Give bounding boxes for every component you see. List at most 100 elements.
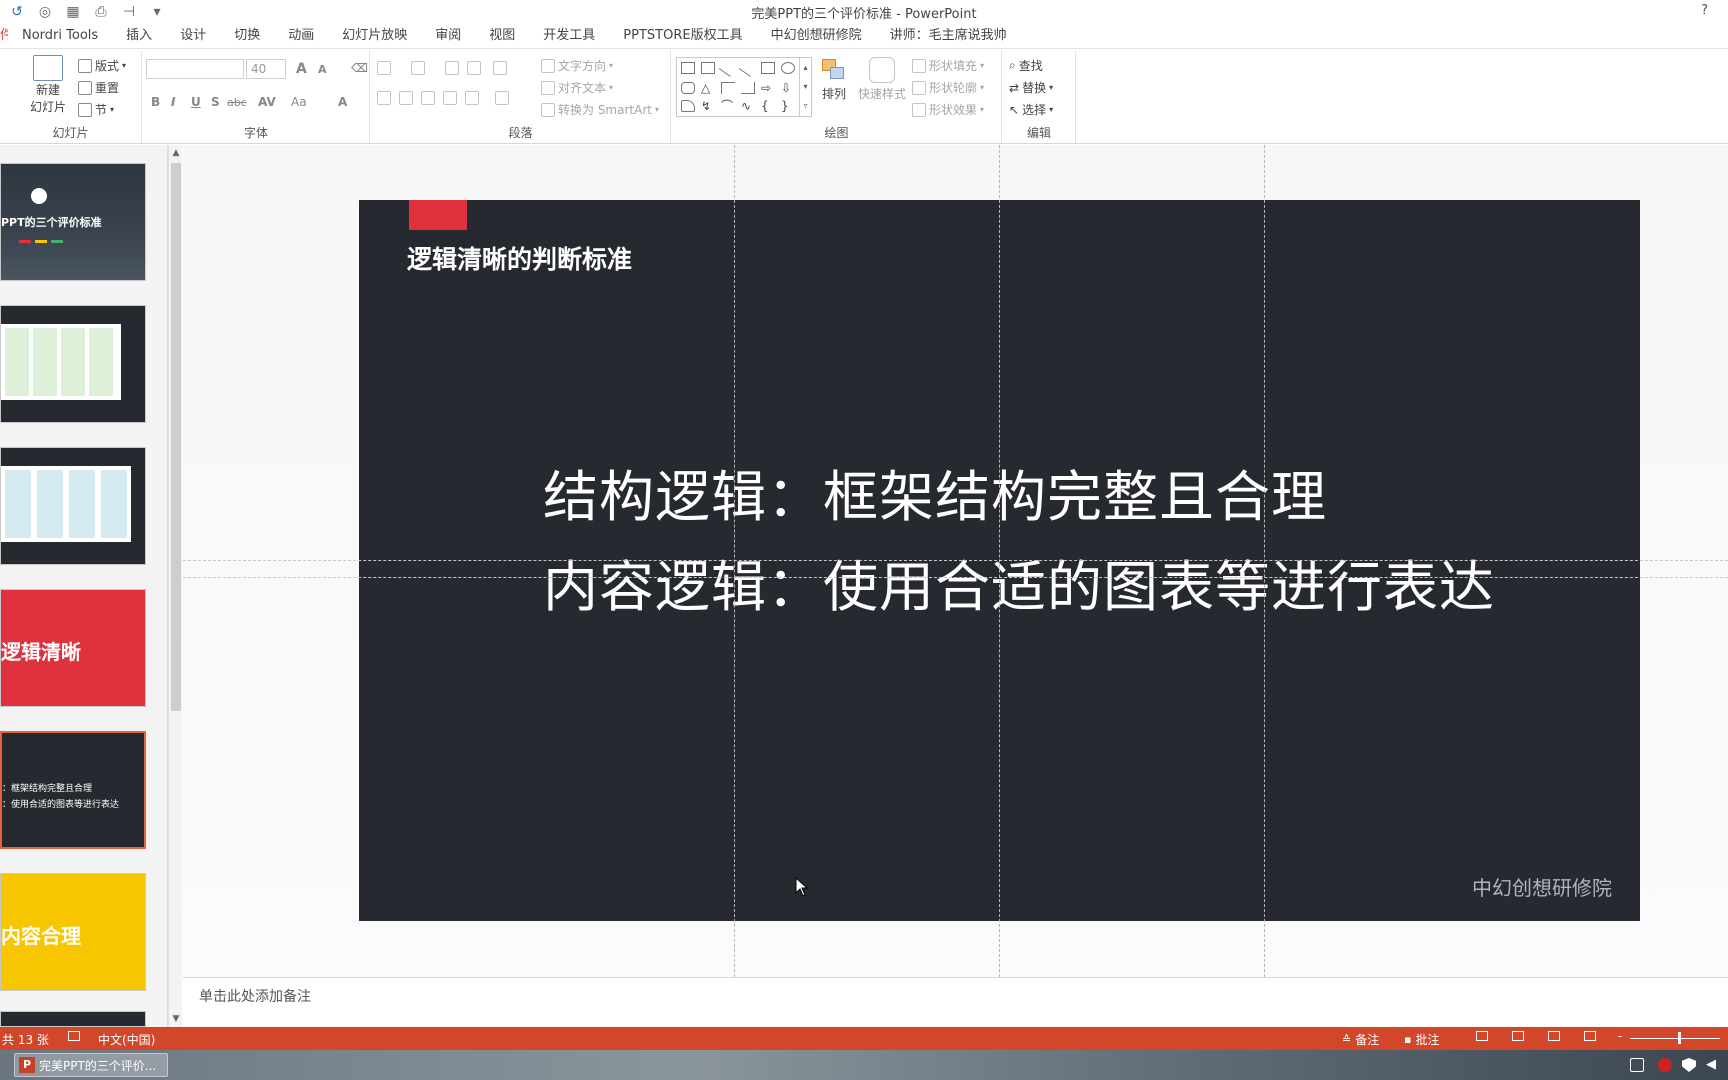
brace-shape-icon[interactable]: { xyxy=(761,100,775,112)
tab-review[interactable]: 审阅 xyxy=(421,24,475,48)
gallery-more-icon[interactable]: ▴ ▾ ▿ xyxy=(799,58,811,116)
find-button[interactable]: ⌕ 查找 xyxy=(1009,57,1043,74)
tab-insert[interactable]: 插入 xyxy=(112,24,166,48)
text-direction-button[interactable]: 文字方向 ▾ xyxy=(541,57,613,74)
shrink-font-button[interactable]: A xyxy=(318,63,327,76)
character-spacing-button[interactable]: AV xyxy=(258,95,276,109)
horizontal-guide-2[interactable] xyxy=(183,577,1728,578)
record-icon[interactable] xyxy=(1658,1058,1672,1072)
tab-file[interactable]: 件 xyxy=(0,24,8,48)
slide-thumbnail-5[interactable]: ：框架结构完整且合理 ：使用合适的图表等进行表达 xyxy=(0,731,146,849)
grow-font-button[interactable]: A xyxy=(296,61,307,77)
normal-view-icon[interactable] xyxy=(1476,1031,1488,1041)
tab-nordri-tools[interactable]: Nordri Tools xyxy=(8,24,112,48)
tab-pptstore[interactable]: PPTSTORE版权工具 xyxy=(609,24,756,48)
tab-zhonghuan[interactable]: 中幻创想研修院 xyxy=(757,24,876,48)
increase-indent-icon[interactable] xyxy=(467,61,481,75)
vertical-guide-1[interactable] xyxy=(734,145,735,977)
vertical-textbox-shape-icon[interactable] xyxy=(701,62,715,74)
replace-button[interactable]: ⇄ 替换 ▾ xyxy=(1009,79,1053,96)
font-size-combo[interactable]: 40 xyxy=(246,59,286,79)
elbow-connector-icon[interactable] xyxy=(721,82,735,94)
slide-title[interactable]: 逻辑清晰的判断标准 xyxy=(407,240,632,276)
scroll-up-icon[interactable]: ▲ xyxy=(170,147,182,159)
zoom-slider-knob[interactable] xyxy=(1678,1032,1681,1044)
zoom-out-button[interactable]: - xyxy=(1618,1029,1622,1043)
right-arrow-shape-icon[interactable]: ⇨ xyxy=(761,82,775,94)
triangle-shape-icon[interactable]: △ xyxy=(701,82,715,94)
tab-slideshow[interactable]: 幻灯片放映 xyxy=(328,24,421,48)
slide-text-line-1[interactable]: 结构逻辑：框架结构完整且合理 xyxy=(543,452,1327,532)
shapes-gallery[interactable]: △ ⇨ ⇩ ↯ ⌒ ∿ { } ▴ ▾ ▿ xyxy=(676,57,812,117)
vertical-guide-3[interactable] xyxy=(1264,145,1265,977)
justify-icon[interactable] xyxy=(443,91,457,105)
slide-thumbnail-3[interactable] xyxy=(0,447,146,565)
taskbar-powerpoint-item[interactable]: P 完美PPT的三个评价... xyxy=(14,1053,168,1077)
font-name-combo[interactable] xyxy=(146,59,244,79)
align-left-icon[interactable] xyxy=(377,91,391,105)
convert-smartart-button[interactable]: 转换为 SmartArt ▾ xyxy=(541,101,659,118)
slide-thumbnail-2[interactable] xyxy=(0,305,146,423)
decrease-indent-icon[interactable] xyxy=(445,61,459,75)
bullets-icon[interactable] xyxy=(377,61,391,75)
new-slide-button[interactable]: 新建 幻灯片 xyxy=(30,55,66,115)
font-color-button[interactable]: A xyxy=(338,95,347,109)
slide-thumbnail-4[interactable]: 逻辑清晰 xyxy=(0,589,146,707)
reset-button[interactable]: 重置 xyxy=(78,79,119,96)
quick-styles-button[interactable]: 快速样式 xyxy=(858,57,906,102)
slide-text-line-2[interactable]: 内容逻辑：使用合适的图表等进行表达 xyxy=(543,542,1495,622)
line-shape-icon[interactable] xyxy=(718,59,738,77)
notes-toggle-button[interactable]: ≙ 备注 xyxy=(1342,1031,1379,1048)
section-button[interactable]: 节 ▾ xyxy=(78,101,114,118)
slide-thumbnail-7[interactable] xyxy=(0,1011,146,1027)
rectangle-shape-icon[interactable] xyxy=(761,62,775,74)
slide-thumbnail-1[interactable]: PPT的三个评价标准 xyxy=(0,163,146,281)
shape-fill-button[interactable]: 形状填充 ▾ xyxy=(912,57,984,74)
shadow-button[interactable]: S xyxy=(211,95,220,109)
tab-lecturer[interactable]: 讲师：毛主席说我帅 xyxy=(876,24,1021,48)
tab-view[interactable]: 视图 xyxy=(475,24,529,48)
scrollbar-thumb[interactable] xyxy=(171,163,181,711)
slideshow-view-icon[interactable] xyxy=(1584,1031,1596,1041)
tab-transitions[interactable]: 切换 xyxy=(220,24,274,48)
language-indicator[interactable]: 中文(中国) xyxy=(98,1031,155,1048)
arrange-button[interactable]: 排列 xyxy=(820,57,848,102)
spell-check-icon[interactable] xyxy=(68,1031,80,1041)
bold-button[interactable]: B xyxy=(151,95,160,109)
line-spacing-icon[interactable] xyxy=(493,61,507,75)
clear-format-icon[interactable]: ⌫ xyxy=(351,61,368,75)
notes-placeholder[interactable]: 单击此处添加备注 xyxy=(199,986,311,1006)
elbow-arrow-icon[interactable] xyxy=(741,82,755,94)
down-arrow-shape-icon[interactable]: ⇩ xyxy=(781,82,795,94)
slide-sorter-icon[interactable] xyxy=(1512,1031,1524,1041)
oval-shape-icon[interactable] xyxy=(781,62,795,74)
help-button[interactable]: ? xyxy=(1701,3,1708,18)
columns-icon[interactable] xyxy=(495,91,509,105)
layout-button[interactable]: 版式 ▾ xyxy=(78,57,126,74)
zoom-slider[interactable] xyxy=(1630,1038,1720,1039)
strikethrough-button[interactable]: abc xyxy=(227,96,247,109)
numbering-icon[interactable] xyxy=(411,61,425,75)
comments-button[interactable]: ▪ 批注 xyxy=(1404,1031,1439,1048)
tab-design[interactable]: 设计 xyxy=(166,24,220,48)
underline-button[interactable]: U xyxy=(191,95,201,109)
reading-view-icon[interactable] xyxy=(1548,1031,1560,1041)
security-shield-icon[interactable] xyxy=(1682,1058,1696,1072)
tab-developer[interactable]: 开发工具 xyxy=(529,24,609,48)
arc-shape-icon[interactable]: ⌒ xyxy=(721,100,735,112)
volume-icon[interactable]: ◀ xyxy=(1706,1058,1720,1072)
keyboard-icon[interactable] xyxy=(1630,1058,1644,1072)
align-center-icon[interactable] xyxy=(399,91,413,105)
horizontal-guide-1[interactable] xyxy=(183,560,1728,561)
select-button[interactable]: ↖ 选择 ▾ xyxy=(1009,101,1053,118)
vertical-guide-2[interactable] xyxy=(999,145,1000,977)
thumbnail-scrollbar[interactable]: ▲ ▼ xyxy=(168,145,182,1027)
textbox-shape-icon[interactable] xyxy=(681,62,695,74)
close-brace-shape-icon[interactable]: } xyxy=(781,100,795,112)
italic-button[interactable]: I xyxy=(171,95,175,109)
notes-pane[interactable]: 单击此处添加备注 xyxy=(183,977,1728,1027)
shape-effects-button[interactable]: 形状效果 ▾ xyxy=(912,101,984,118)
shape-outline-button[interactable]: 形状轮廓 ▾ xyxy=(912,79,984,96)
scroll-down-icon[interactable]: ▼ xyxy=(170,1013,182,1025)
tab-animations[interactable]: 动画 xyxy=(274,24,328,48)
